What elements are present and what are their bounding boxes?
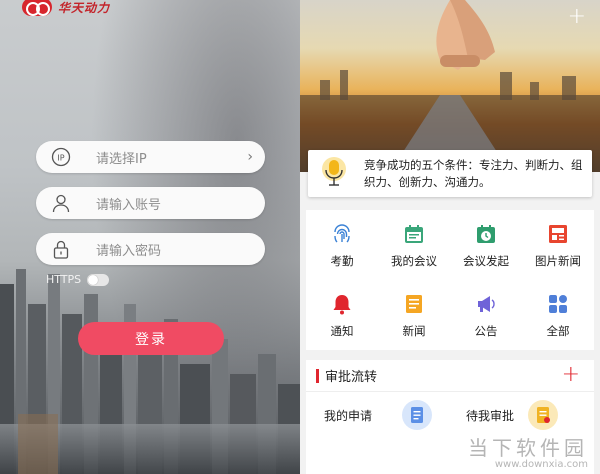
password-input[interactable]: 请输入密码 <box>36 233 265 265</box>
pending-approval-item[interactable]: 待我审批 <box>466 400 559 430</box>
motto-notice: 竞争成功的五个条件：专注力、判断力、组织力、创新力、沟通力。 <box>308 150 592 197</box>
grid-item-all[interactable]: 全部 <box>522 280 594 350</box>
ip-icon: IP <box>50 146 72 168</box>
grid-item-label: 通知 <box>330 324 354 338</box>
add-icon[interactable]: + <box>568 6 586 28</box>
hero-banner: + <box>300 0 600 172</box>
megaphone-icon <box>475 293 497 315</box>
account-input[interactable]: 请输入账号 <box>36 187 265 219</box>
calendar-icon <box>403 223 425 245</box>
grid-item-my-meetings[interactable]: 我的会议 <box>378 210 450 280</box>
meeting-start-icon <box>475 223 497 245</box>
news-icon <box>403 293 425 315</box>
city-skyline-background <box>0 269 300 474</box>
microphone-icon <box>316 156 352 192</box>
add-approval-icon[interactable]: + <box>562 362 580 387</box>
site-watermark: 当下软件园 www.downxia.com <box>468 432 588 470</box>
login-screen: 华天动力 IP 请选择IP › 请输入账号 请输入密码 HTTPS 登录 <box>0 0 300 474</box>
request-doc-icon <box>402 400 433 430</box>
grid-item-start-meeting[interactable]: 会议发起 <box>450 210 522 280</box>
fingerprint-icon <box>331 223 353 245</box>
password-placeholder: 请输入密码 <box>96 243 162 259</box>
logo-icon <box>22 0 52 16</box>
grid-item-label: 公告 <box>474 324 498 338</box>
grid-item-label: 我的会议 <box>391 254 437 268</box>
bell-icon <box>331 293 353 315</box>
approval-title: 审批流转 <box>325 370 378 385</box>
home-screen: + 竞争成功的五个条件：专注力、判断力、组织力、创新力、沟通力。 考勤 我的会议… <box>300 0 600 474</box>
picture-news-icon <box>547 223 569 245</box>
watermark-cn: 当下软件园 <box>468 436 588 460</box>
grid-item-attendance[interactable]: 考勤 <box>306 210 378 280</box>
grid-item-label: 新闻 <box>402 324 426 338</box>
function-grid: 考勤 我的会议 会议发起 图片新闻 通知 新闻 公告 全部 <box>306 210 594 350</box>
grid-item-label: 会议发起 <box>463 254 509 268</box>
my-request-item[interactable]: 我的申请 <box>324 400 433 430</box>
ip-select-field[interactable]: IP 请选择IP › <box>36 141 265 173</box>
pending-approval-label: 待我审批 <box>466 408 515 423</box>
grid-item-news[interactable]: 新闻 <box>378 280 450 350</box>
grid-item-announcement[interactable]: 公告 <box>450 280 522 350</box>
logo-text: 华天动力 <box>58 0 111 15</box>
grid-item-notification[interactable]: 通知 <box>306 280 378 350</box>
https-label: HTTPS <box>46 273 82 286</box>
my-request-label: 我的申请 <box>324 408 373 423</box>
grid-item-picture-news[interactable]: 图片新闻 <box>522 210 594 280</box>
user-icon <box>50 192 72 214</box>
ip-placeholder: 请选择IP <box>96 151 147 167</box>
account-placeholder: 请输入账号 <box>96 197 162 213</box>
section-accent-bar <box>316 368 319 383</box>
svg-text:IP: IP <box>57 154 64 163</box>
https-toggle[interactable] <box>87 273 110 286</box>
approval-header: 审批流转 + <box>306 360 594 392</box>
grid-item-label: 图片新闻 <box>535 254 581 268</box>
chevron-right-icon: › <box>247 149 253 165</box>
all-apps-icon <box>547 293 569 315</box>
lock-icon <box>50 238 72 260</box>
approval-section: 审批流转 + 我的申请 待我审批 当下软件园 www.downxia.com <box>306 360 594 474</box>
app-logo: 华天动力 <box>22 0 110 16</box>
grid-item-label: 全部 <box>546 324 570 338</box>
notice-text: 竞争成功的五个条件：专注力、判断力、组织力、创新力、沟通力。 <box>364 157 583 189</box>
https-option: HTTPS <box>46 273 110 286</box>
handshake-city-illustration <box>300 0 600 172</box>
pending-doc-icon <box>528 400 559 430</box>
login-button[interactable]: 登录 <box>78 322 224 355</box>
grid-item-label: 考勤 <box>330 254 354 268</box>
